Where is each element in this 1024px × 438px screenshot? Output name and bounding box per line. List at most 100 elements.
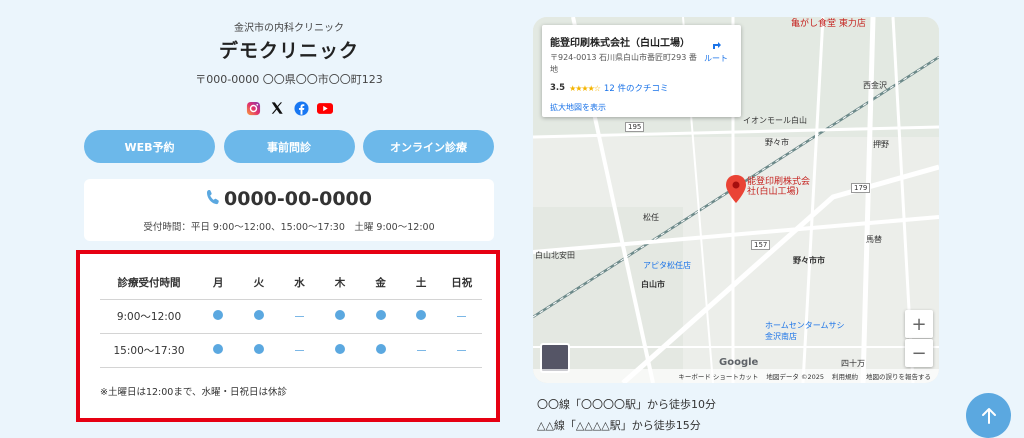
available-dot-icon: [213, 344, 224, 354]
route-button[interactable]: ルート: [701, 37, 731, 64]
header-cell: 木: [334, 277, 346, 289]
map-label-oshino: 押野: [873, 140, 889, 149]
schedule-note: ※土曜日は12:00まで、水曜・日祝日は休診: [100, 387, 287, 398]
google-logo: Google: [719, 357, 759, 368]
place-name: 能登印刷株式会社（白山工場）: [550, 38, 690, 49]
availability-cell: [401, 345, 442, 357]
available-dot-icon: [375, 344, 386, 354]
closed-dash-icon: [294, 316, 304, 317]
phone-number-link[interactable]: 0000-00-0000: [84, 188, 494, 210]
schedule-grid: 診療受付時間 月 火 水 木 金 土 日祝 9:00〜12:00 15:00〜1…: [100, 266, 482, 368]
available-dot-icon: [253, 344, 264, 354]
available-dot-icon: [416, 310, 427, 320]
header-cell: 水: [294, 277, 305, 289]
map-label-hakusan-shi: 白山市: [641, 280, 665, 289]
reception-hours: 受付時間：平日 9:00〜12:00、15:00〜17:30 土曜 9:00〜1…: [143, 222, 435, 233]
road-number-badge: 179: [851, 183, 871, 193]
map-label-matto: 松任: [643, 213, 659, 222]
road-number-badge: 157: [751, 240, 771, 250]
road-number-badge: 195: [625, 122, 645, 132]
schedule-table: 診療受付時間 月 火 水 木 金 土 日祝 9:00〜12:00 15:00〜1…: [76, 250, 500, 422]
header-cell: 日祝: [451, 277, 473, 289]
map-label-top-shop: 亀がし食堂 東力店: [791, 19, 866, 29]
available-dot-icon: [335, 344, 346, 354]
map-label-marker: 能登印刷株式会社(白山工場): [747, 177, 811, 197]
map-footer: キーボード ショートカット 地図データ ©2025 利用規約 地図の誤りを報告す…: [533, 369, 939, 383]
availability-cell: [198, 344, 239, 357]
pre-questionnaire-button[interactable]: 事前問診: [223, 130, 355, 163]
web-reservation-button[interactable]: WEB予約: [84, 130, 215, 163]
schedule-row: 9:00〜12:00: [100, 300, 482, 334]
map-label-nonoichi-shi: 野々市市: [793, 256, 825, 265]
header-cell: 月: [213, 277, 224, 289]
x-icon[interactable]: [269, 100, 285, 116]
phone-box: 0000-00-0000 受付時間：平日 9:00〜12:00、15:00〜17…: [84, 179, 494, 241]
availability-cell: [360, 310, 401, 323]
available-dot-icon: [213, 310, 224, 320]
availability-cell: [279, 345, 320, 357]
phone-icon: [206, 188, 220, 210]
closed-dash-icon: [457, 350, 467, 351]
directions-icon: [713, 42, 721, 49]
clinic-subtitle: 金沢市の内科クリニック: [234, 23, 344, 34]
map-label-shijukken: 四十万: [841, 359, 865, 368]
map-label-umaki: 馬替: [866, 235, 882, 244]
availability-cell: [320, 310, 361, 323]
online-consultation-button[interactable]: オンライン診療: [363, 130, 494, 163]
map-label-nonoichi: 野々市: [765, 138, 789, 147]
map-label-avito: アピタ松任店: [643, 261, 691, 270]
view-larger-map-link[interactable]: 拡大地図を表示: [550, 102, 606, 113]
instagram-icon[interactable]: [245, 100, 261, 116]
youtube-icon[interactable]: [317, 100, 333, 116]
availability-cell: [401, 310, 442, 323]
report-error-link[interactable]: 地図の誤りを報告する: [866, 371, 931, 381]
availability-cell: [320, 344, 361, 357]
access-line-1: 〇〇線「〇〇〇〇駅」から徒歩10分: [537, 398, 716, 411]
header-cell: 診療受付時間: [117, 277, 181, 289]
zoom-in-button[interactable]: +: [905, 310, 933, 338]
map-data-credit: 地図データ ©2025: [766, 373, 824, 381]
access-line-2: △△線「△△△△駅」から徒歩15分: [537, 419, 701, 432]
map-label-hakusan-kitayasuda: 白山北安田: [535, 251, 575, 260]
action-buttons: WEB予約 事前問診 オンライン診療: [84, 130, 494, 163]
facebook-icon[interactable]: [293, 100, 309, 116]
place-rating: 3.5 ★★★★☆ 12 件のクチコミ: [550, 82, 668, 94]
availability-cell: [239, 310, 280, 323]
schedule-header-row: 診療受付時間 月 火 水 木 金 土 日祝: [100, 266, 482, 300]
scroll-to-top-button[interactable]: [966, 393, 1011, 438]
availability-cell: [239, 344, 280, 357]
closed-dash-icon: [416, 350, 426, 351]
map-label-homecenter: ホームセンタームサシ金沢南店: [765, 321, 845, 341]
time-slot: 15:00〜17:30: [113, 345, 185, 357]
header-cell: 火: [253, 277, 265, 289]
sns-links: [84, 100, 494, 116]
closed-dash-icon: [457, 316, 467, 317]
zoom-out-button[interactable]: −: [905, 339, 933, 367]
arrow-up-icon: [981, 407, 996, 424]
closed-dash-icon: [294, 350, 304, 351]
availability-cell: [441, 345, 482, 357]
phone-number: 0000-00-0000: [224, 188, 372, 210]
reviews-link[interactable]: 12 件のクチコミ: [604, 82, 669, 94]
header-cell: 金: [375, 277, 386, 289]
clinic-address: 〒000-0000 〇〇県〇〇市〇〇町123: [195, 73, 383, 86]
available-dot-icon: [335, 310, 346, 320]
route-label: ルート: [704, 54, 728, 63]
availability-cell: [198, 310, 239, 323]
map-label-nishi-kanazawa: 西金沢: [863, 81, 887, 90]
header-cell: 土: [415, 277, 427, 289]
map-label-aeon: イオンモール白山: [743, 116, 807, 125]
schedule-row: 15:00〜17:30: [100, 334, 482, 368]
time-slot: 9:00〜12:00: [116, 311, 182, 323]
clinic-name: デモクリニック: [218, 40, 359, 62]
stars-icon: ★★★★☆: [569, 83, 601, 93]
availability-cell: [441, 311, 482, 323]
available-dot-icon: [375, 310, 386, 320]
availability-cell: [360, 344, 401, 357]
keyboard-shortcuts-link[interactable]: キーボード ショートカット: [678, 371, 758, 381]
place-info-card: 能登印刷株式会社（白山工場） 〒924-0013 石川県白山市番匠町293 番地…: [542, 25, 741, 117]
terms-link[interactable]: 利用規約: [832, 371, 858, 381]
embedded-map[interactable]: 能登印刷株式会社（白山工場） 〒924-0013 石川県白山市番匠町293 番地…: [533, 17, 939, 383]
place-address: 〒924-0013 石川県白山市番匠町293 番地: [550, 53, 697, 74]
rating-value: 3.5: [550, 83, 566, 93]
